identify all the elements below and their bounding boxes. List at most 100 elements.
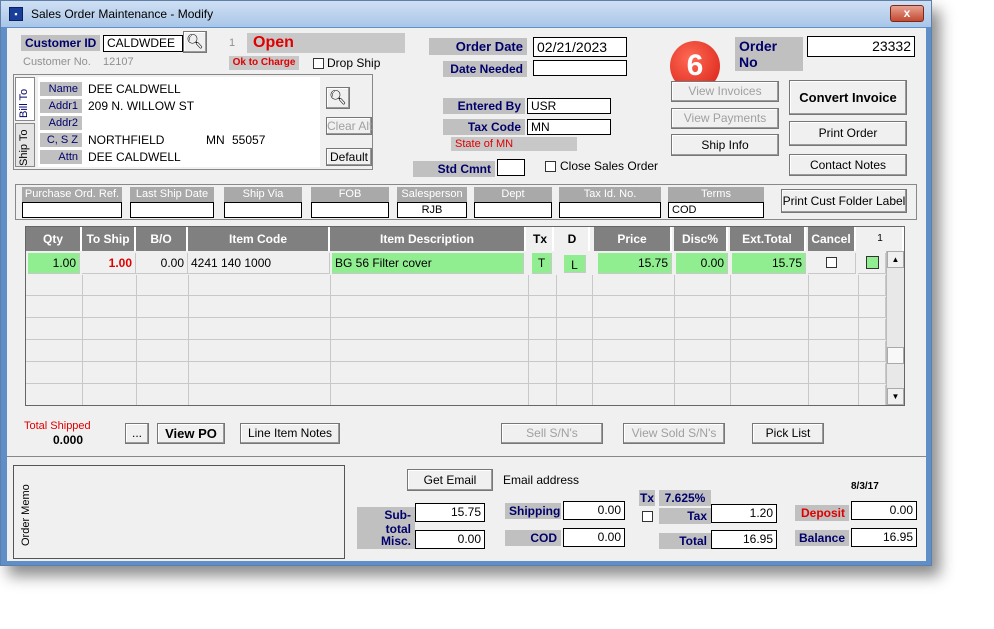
- addr1-value[interactable]: 209 N. WILLOW ST: [88, 99, 194, 113]
- view-invoices-button[interactable]: View Invoices: [671, 81, 779, 102]
- grid-header: Qty To Ship B/O Item Code Item Descripti…: [26, 227, 904, 251]
- totals-section: Order Memo Get Email Email address Sub-t…: [7, 456, 926, 561]
- close-button[interactable]: x: [890, 5, 924, 22]
- tax-code-input[interactable]: MN: [527, 119, 611, 135]
- ok-to-charge: Ok to Charge: [229, 56, 299, 70]
- contact-notes-button[interactable]: Contact Notes: [789, 154, 907, 176]
- col-item-code[interactable]: Item Code: [188, 227, 330, 251]
- ship-via-input[interactable]: [224, 202, 302, 218]
- attn-value[interactable]: DEE CALDWELL: [88, 150, 181, 164]
- tx-label: Tx: [639, 490, 655, 506]
- convert-invoice-button[interactable]: Convert Invoice: [789, 80, 907, 115]
- get-email-button[interactable]: Get Email: [407, 469, 493, 491]
- grid-divider: [674, 275, 675, 405]
- std-cmnt-label: Std Cmnt: [413, 161, 495, 177]
- row1-to-ship[interactable]: 1.00: [82, 253, 136, 274]
- order-memo-input[interactable]: [44, 466, 344, 558]
- tax-checkbox[interactable]: [642, 511, 653, 522]
- entered-by-label: Entered By: [443, 98, 525, 114]
- grid-empty-row: [26, 275, 886, 296]
- col-cancel[interactable]: Cancel: [808, 227, 856, 251]
- clear-alt-button[interactable]: Clear Alt: [326, 117, 372, 135]
- col-qty[interactable]: Qty: [26, 227, 82, 251]
- salesperson-input[interactable]: RJB: [397, 202, 467, 218]
- print-folder-label-button[interactable]: Print Cust Folder Label: [781, 189, 907, 213]
- city-value[interactable]: NORTHFIELD: [88, 133, 164, 147]
- pick-list-button[interactable]: Pick List: [752, 423, 824, 444]
- drop-ship-checkbox[interactable]: [313, 58, 324, 69]
- col-d[interactable]: D: [556, 227, 590, 251]
- line-item-notes-button[interactable]: Line Item Notes: [240, 423, 340, 444]
- terms-input[interactable]: COD: [668, 202, 764, 218]
- row1-price[interactable]: 15.75: [598, 253, 672, 274]
- close-order-checkbox[interactable]: [545, 161, 556, 172]
- status-box: Open: [247, 33, 405, 53]
- magnifier-icon: 🔍︎: [186, 33, 204, 49]
- customer-id-input[interactable]: CALDWDEE: [103, 35, 183, 52]
- po-ref-input[interactable]: [22, 202, 122, 218]
- fob-input[interactable]: [311, 202, 389, 218]
- grid-scrollbar[interactable]: ▲ ▼: [886, 251, 904, 405]
- tax-id-input[interactable]: [559, 202, 661, 218]
- date-needed-input[interactable]: [533, 60, 627, 76]
- zip-value[interactable]: 55057: [232, 133, 265, 147]
- row1-ext-total[interactable]: 15.75: [732, 253, 806, 274]
- row1-tx[interactable]: T: [532, 253, 552, 274]
- shipping-input[interactable]: 0.00: [563, 501, 625, 520]
- grid-empty-row: [26, 341, 886, 362]
- total-shipped-label: Total Shipped: [24, 420, 91, 432]
- view-po-button[interactable]: View PO: [157, 423, 225, 444]
- order-memo-box[interactable]: Order Memo: [13, 465, 345, 559]
- row1-qty[interactable]: 1.00: [28, 253, 80, 274]
- sell-sn-button[interactable]: Sell S/N's: [501, 423, 603, 444]
- cod-label: COD: [505, 530, 561, 546]
- state-value[interactable]: MN: [206, 133, 225, 147]
- default-button[interactable]: Default: [326, 148, 372, 166]
- order-date-input[interactable]: 02/21/2023: [533, 37, 627, 57]
- misc-input[interactable]: 0.00: [415, 530, 485, 549]
- last-ship-date-input[interactable]: [130, 202, 214, 218]
- row1-description[interactable]: BG 56 Filter cover: [332, 253, 524, 274]
- memo-date: 8/3/17: [851, 481, 879, 492]
- col-item-description[interactable]: Item Description: [330, 227, 526, 251]
- customer-lookup-button[interactable]: 🔍︎: [183, 31, 207, 53]
- last-ship-date-label: Last Ship Date: [130, 187, 214, 202]
- address-fields: Name DEE CALDWELL Addr1 209 N. WILLOW ST…: [38, 77, 320, 167]
- row1-item-code[interactable]: 4241 140 1000: [188, 253, 330, 274]
- ellipsis-button[interactable]: ...: [125, 423, 149, 444]
- col-tx[interactable]: Tx: [528, 227, 554, 251]
- tab-ship-to[interactable]: Ship To: [15, 123, 35, 167]
- name-value[interactable]: DEE CALDWELL: [88, 82, 181, 96]
- grid-empty-row: [26, 297, 886, 318]
- col-price[interactable]: Price: [594, 227, 672, 251]
- email-address-label: Email address: [503, 473, 580, 487]
- row1-bo[interactable]: 0.00: [136, 253, 188, 274]
- scroll-thumb[interactable]: [887, 347, 904, 364]
- cod-input[interactable]: 0.00: [563, 528, 625, 547]
- row1-select-box[interactable]: [866, 256, 879, 269]
- deposit-input[interactable]: 0.00: [851, 501, 917, 520]
- col-bo[interactable]: B/O: [136, 227, 188, 251]
- col-disc[interactable]: Disc%: [674, 227, 728, 251]
- dept-input[interactable]: [474, 202, 552, 218]
- view-sold-sn-button[interactable]: View Sold S/N's: [623, 423, 725, 444]
- ship-info-button[interactable]: Ship Info: [671, 134, 779, 156]
- scroll-up-arrow-icon[interactable]: ▲: [887, 251, 904, 268]
- customer-no-value: 12107: [103, 56, 134, 68]
- row1-disc[interactable]: 0.00: [676, 253, 728, 274]
- view-payments-button[interactable]: View Payments: [671, 108, 779, 129]
- tab-bill-to[interactable]: Bill To: [15, 77, 35, 121]
- col-ext-total[interactable]: Ext.Total: [730, 227, 806, 251]
- balance-label: Balance: [795, 530, 849, 546]
- address-lookup-button[interactable]: 🔍︎: [326, 87, 350, 109]
- entered-by-input[interactable]: USR: [527, 98, 611, 114]
- col-to-ship[interactable]: To Ship: [82, 227, 136, 251]
- std-cmnt-input[interactable]: [497, 159, 525, 176]
- deposit-label: Deposit: [795, 505, 849, 521]
- addr1-label: Addr1: [40, 99, 82, 113]
- print-order-button[interactable]: Print Order: [789, 121, 907, 146]
- row1-cancel-checkbox[interactable]: [826, 257, 837, 268]
- tax-code-label: Tax Code: [443, 119, 525, 135]
- row1-d[interactable]: L: [564, 255, 586, 273]
- scroll-down-arrow-icon[interactable]: ▼: [887, 388, 904, 405]
